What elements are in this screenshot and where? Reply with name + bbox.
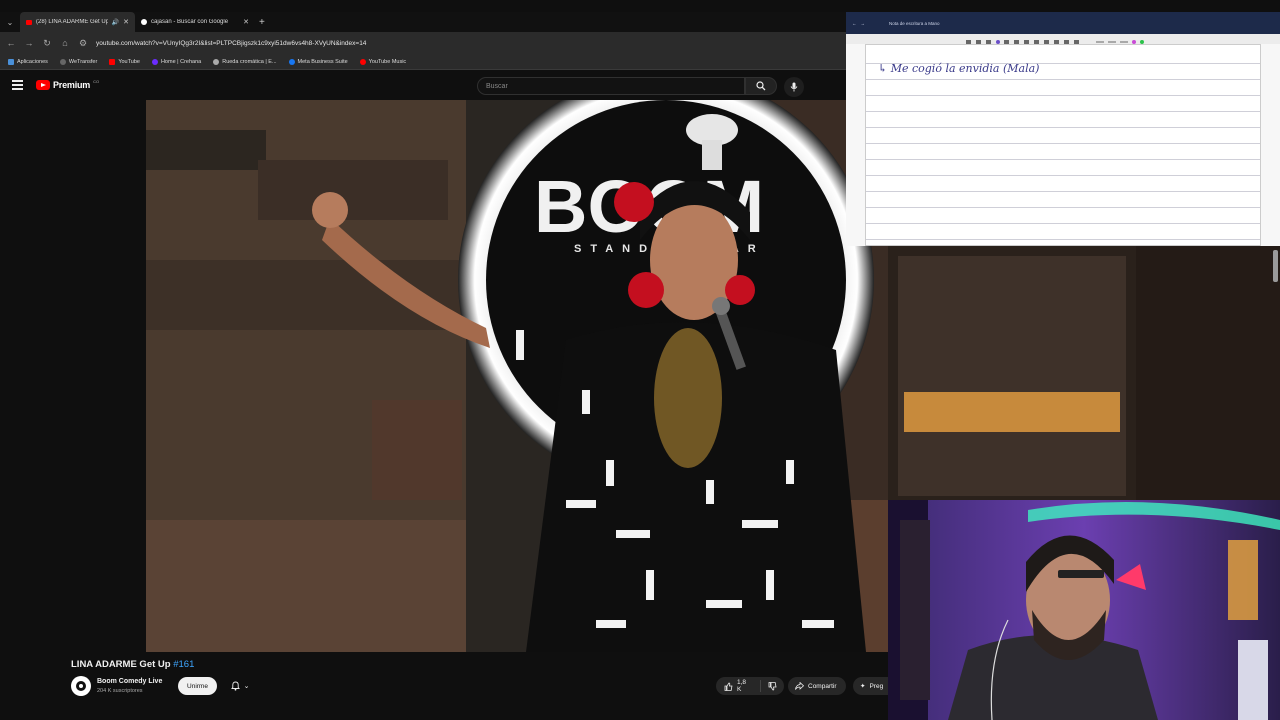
notes-page[interactable]: ↳ Me cogió la envidia (Mala) [865, 44, 1261, 246]
poster-background [888, 246, 1280, 502]
bookmark-item[interactable]: WeTransfer [59, 58, 97, 65]
video-title: LINA ADARME Get Up #161 [71, 659, 195, 670]
close-tab-icon[interactable]: ✕ [243, 18, 249, 26]
notifications-button[interactable]: ⌄ [223, 677, 257, 695]
color-wheel-icon [213, 58, 220, 65]
address-bar: ← → ↻ ⌂ ⚙ youtube.com/watch?v=VUnyIQg3r2… [0, 32, 846, 54]
browser-tab-bar: ⌄ (28) LINA ADARME Get Up 🔊 ✕ cajasan - … [0, 12, 846, 32]
boom-logo-icon [76, 681, 86, 691]
share-button[interactable]: Compartir [788, 677, 846, 695]
ask-button[interactable]: ✦ Preg [853, 677, 893, 695]
video-hashtag[interactable]: #161 [173, 659, 194, 670]
notes-toolbar [846, 34, 1280, 44]
dislike-button[interactable] [761, 681, 784, 691]
chevron-down-icon: ⌄ [243, 683, 250, 690]
back-icon[interactable]: ← [6, 38, 16, 48]
bookmark-item[interactable]: Home | Crehana [151, 58, 201, 65]
thumbs-down-icon [768, 681, 777, 690]
bookmark-item[interactable]: Rueda cromática | E... [213, 58, 277, 65]
forward-icon[interactable]: → [24, 38, 34, 48]
like-count: 1,8 K [736, 679, 746, 693]
hamburger-menu-icon[interactable] [12, 80, 23, 90]
channel-name[interactable]: Boom Comedy Live [97, 678, 162, 685]
bookmark-item[interactable]: YouTube [109, 58, 140, 65]
tab-google[interactable]: cajasan - Buscar con Google ✕ [135, 12, 255, 32]
microphone-icon [790, 82, 798, 92]
wetransfer-icon [59, 58, 66, 65]
video-background-right [888, 246, 1280, 502]
youtube-premium-logo[interactable]: Premium CO [36, 78, 100, 90]
video-frame: BOOM STAND-UP BAR [146, 100, 888, 652]
join-button[interactable]: Unirme [178, 677, 217, 695]
google-favicon-icon [141, 19, 147, 25]
notes-window: ← → Nota de escritura a Mano ↳ Me cogió … [846, 12, 1280, 246]
tab-search-icon[interactable]: ⌄ [0, 18, 20, 27]
youtube-favicon-icon [26, 19, 32, 25]
like-dislike-group: 1,8 K [716, 677, 784, 695]
reload-icon[interactable]: ↻ [42, 38, 52, 49]
notes-window-title: Nota de escritura a Mano [889, 20, 940, 26]
new-tab-button[interactable]: + [259, 17, 265, 28]
notes-titlebar: ← → Nota de escritura a Mano [846, 12, 1280, 34]
youtube-music-icon [359, 58, 366, 65]
video-player[interactable]: BOOM STAND-UP BAR [146, 100, 888, 652]
bookmark-item[interactable]: Aplicaciones [8, 58, 48, 65]
tab-title: (28) LINA ADARME Get Up [36, 19, 108, 25]
bookmark-item[interactable]: YouTube Music [359, 58, 406, 65]
search-icon [756, 81, 766, 91]
handwritten-note: ↳ Me cogió la envidia (Mala) [878, 62, 1040, 75]
search-input[interactable]: Buscar [477, 77, 745, 95]
tab-title: cajasan - Buscar con Google [151, 19, 229, 25]
youtube-header: Premium CO Buscar [0, 72, 846, 100]
bookmark-item[interactable]: Meta Business Suite [288, 58, 348, 65]
scrollbar-thumb[interactable] [1273, 250, 1278, 282]
subscriber-count: 204 K suscriptores [97, 688, 143, 694]
search-button[interactable] [745, 77, 777, 95]
sparkle-icon: ✦ [860, 683, 866, 690]
home-icon[interactable]: ⌂ [60, 38, 70, 48]
share-icon [795, 682, 804, 690]
speaker-icon[interactable]: 🔊 [112, 19, 119, 26]
tab-youtube[interactable]: (28) LINA ADARME Get Up 🔊 ✕ [20, 12, 135, 32]
bell-icon [230, 681, 240, 691]
url-field[interactable]: youtube.com/watch?v=VUnyIQg3r2I&list=PLT… [96, 40, 366, 47]
thumbs-up-icon [724, 682, 733, 691]
apps-icon [8, 58, 14, 65]
channel-avatar[interactable] [71, 676, 91, 696]
streamer-camera-feed [888, 500, 1280, 720]
youtube-play-icon [36, 80, 50, 90]
bookmarks-bar: Aplicaciones WeTransfer YouTube Home | C… [0, 54, 846, 70]
voice-search-button[interactable] [784, 77, 804, 97]
webcam-overlay [888, 500, 1280, 720]
crehana-icon [151, 58, 158, 65]
youtube-icon [109, 58, 116, 65]
meta-icon [288, 58, 295, 65]
logo-text: Premium [53, 80, 91, 90]
country-code: CO [93, 78, 100, 84]
like-button[interactable]: 1,8 K [716, 679, 761, 693]
back-icon[interactable]: ← [852, 21, 857, 26]
forward-icon[interactable]: → [861, 21, 866, 26]
site-info-icon[interactable]: ⚙ [78, 38, 88, 49]
close-tab-icon[interactable]: ✕ [123, 18, 129, 26]
